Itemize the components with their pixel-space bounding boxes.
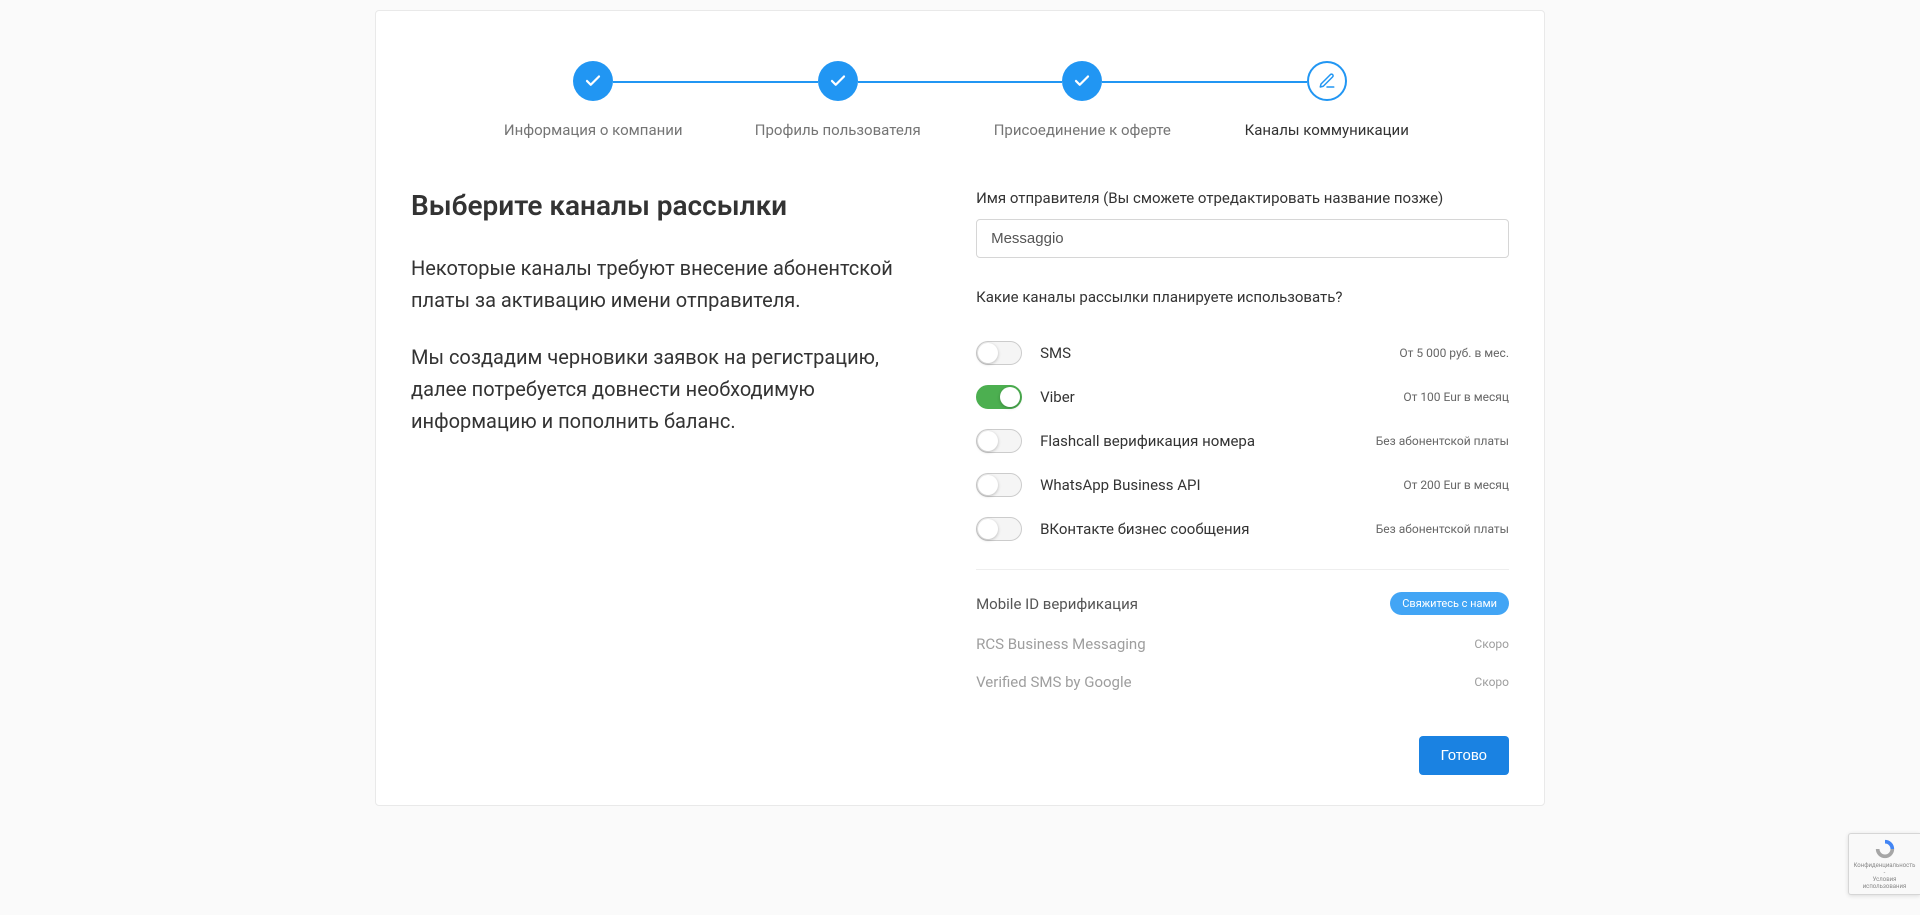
channel-price: От 100 Eur в месяц [1403, 390, 1509, 404]
extra-channel-name: Mobile ID верификация [976, 595, 1138, 613]
edit-icon [1307, 61, 1347, 101]
toggle-knob [978, 431, 998, 451]
toggle-knob [1000, 387, 1020, 407]
sender-name-input[interactable] [976, 219, 1509, 258]
extra-channel-row: Mobile ID верификация Свяжитесь с нами [976, 582, 1509, 625]
channel-toggle[interactable] [976, 341, 1022, 365]
channel-row: Viber От 100 Eur в месяц [976, 375, 1509, 419]
page-heading: Выберите каналы рассылки [411, 189, 916, 222]
channel-toggle[interactable] [976, 429, 1022, 453]
extra-channel-row: RCS Business Messaging Скоро [976, 625, 1509, 663]
coming-soon-label: Скоро [1474, 637, 1509, 651]
channel-row: SMS От 5 000 руб. в мес. [976, 331, 1509, 375]
extra-channels-list: Mobile ID верификация Свяжитесь с нами RCS… [976, 582, 1509, 701]
channel-price: Без абонентской платы [1376, 522, 1509, 536]
channels-question: Какие каналы рассылки планируете использ… [976, 288, 1509, 306]
description-paragraph: Некоторые каналы требуют внесение абонен… [411, 252, 916, 316]
recaptcha-icon [1871, 838, 1899, 860]
channel-name: ВКонтакте бизнес сообщения [1040, 520, 1358, 538]
toggle-knob [978, 343, 998, 363]
channel-toggle[interactable] [976, 517, 1022, 541]
channel-price: От 200 Eur в месяц [1403, 478, 1509, 492]
channel-price: Без абонентской платы [1376, 434, 1509, 448]
checkmark-icon [573, 61, 613, 101]
channel-name: WhatsApp Business API [1040, 476, 1385, 494]
extra-channel-name: RCS Business Messaging [976, 635, 1146, 653]
content-grid: Выберите каналы рассылки Некоторые канал… [411, 189, 1509, 775]
right-column: Имя отправителя (Вы сможете отредактиров… [976, 189, 1509, 775]
step-label: Присоединение к оферте [994, 121, 1171, 139]
step-label: Каналы коммуникации [1245, 121, 1409, 139]
coming-soon-label: Скоро [1474, 675, 1509, 689]
recaptcha-terms-text: Условия использования [1853, 876, 1916, 890]
step-user-profile: Профиль пользователя [716, 61, 961, 139]
channel-name: Flashcall верификация номера [1040, 432, 1358, 450]
channel-name: SMS [1040, 344, 1381, 362]
checkmark-icon [1062, 61, 1102, 101]
channel-row: ВКонтакте бизнес сообщения Без абонентско… [976, 507, 1509, 551]
channel-price: От 5 000 руб. в мес. [1399, 346, 1509, 360]
divider [976, 569, 1509, 570]
toggle-knob [978, 475, 998, 495]
left-column: Выберите каналы рассылки Некоторые канал… [411, 189, 916, 775]
checkmark-icon [818, 61, 858, 101]
submit-button[interactable]: Готово [1419, 736, 1509, 775]
channel-toggle[interactable] [976, 473, 1022, 497]
channel-name: Viber [1040, 388, 1385, 406]
extra-channel-row: Verified SMS by Google Скоро [976, 663, 1509, 701]
footer-actions: Готово [976, 736, 1509, 775]
step-label: Профиль пользователя [755, 121, 921, 139]
step-label: Информация о компании [504, 121, 683, 139]
toggle-knob [978, 519, 998, 539]
channel-row: WhatsApp Business API От 200 Eur в месяц [976, 463, 1509, 507]
sender-name-label: Имя отправителя (Вы сможете отредактиров… [976, 189, 1509, 207]
recaptcha-badge: Конфиденциальность - Условия использован… [1848, 833, 1920, 895]
step-channels: Каналы коммуникации [1205, 61, 1450, 139]
channel-toggle[interactable] [976, 385, 1022, 409]
contact-us-badge[interactable]: Свяжитесь с нами [1390, 592, 1509, 615]
step-company-info: Информация о компании [471, 61, 716, 139]
step-offer-join: Присоединение к оферте [960, 61, 1205, 139]
channel-row: Flashcall верификация номера Без абонентс… [976, 419, 1509, 463]
wizard-card: Информация о компании Профиль пользовате… [375, 10, 1545, 806]
stepper: Информация о компании Профиль пользовате… [471, 61, 1449, 139]
description-paragraph: Мы создадим черновики заявок на регистра… [411, 341, 916, 437]
extra-channel-name: Verified SMS by Google [976, 673, 1132, 691]
channels-list: SMS От 5 000 руб. в мес. Viber От 100 Eur в… [976, 331, 1509, 551]
recaptcha-privacy-text: Конфиденциальность - [1853, 862, 1916, 876]
